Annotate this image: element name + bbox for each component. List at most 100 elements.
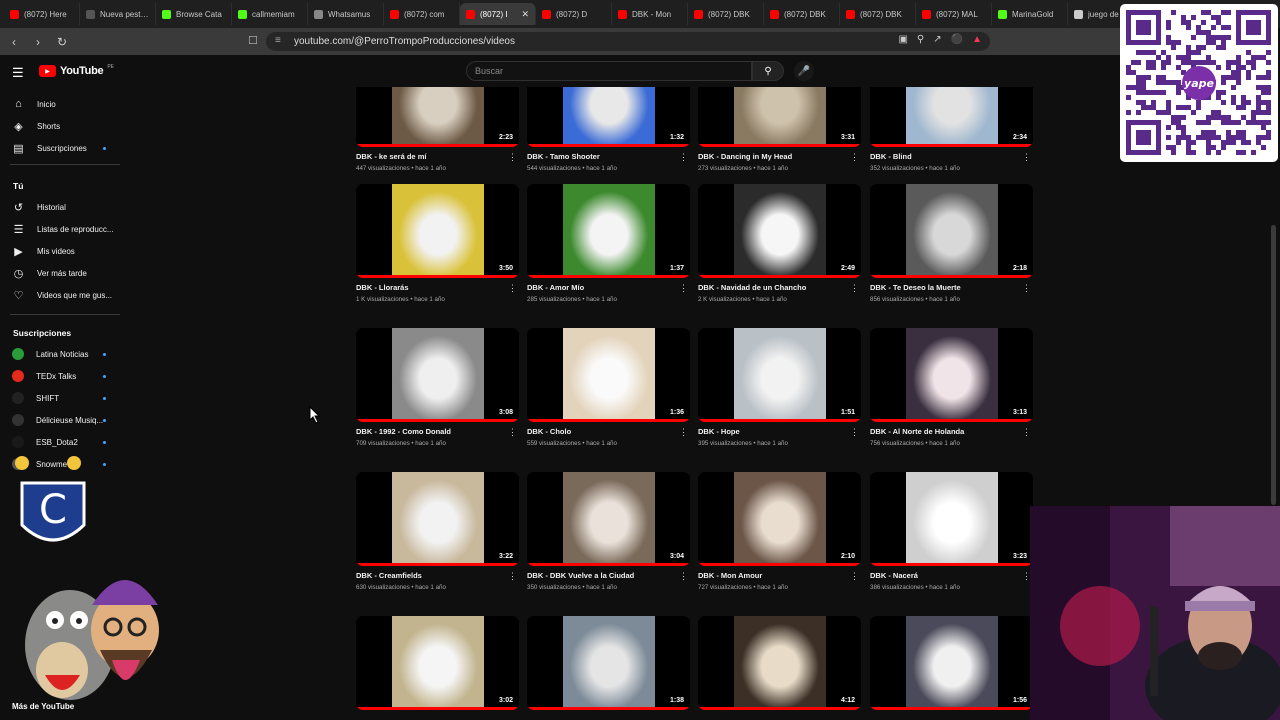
video-card[interactable]: 3:08 DBK - 1992 - Como Donald 709 visualiz… <box>356 328 519 447</box>
more-options-icon[interactable]: ⋮ <box>1022 427 1031 438</box>
video-card[interactable]: 2:49 DBK - Navidad de un Chancho 2 K visua… <box>698 184 861 303</box>
video-thumbnail[interactable]: 1:51 <box>698 328 861 422</box>
video-card[interactable]: 3:13 DBK - Al Norte de Holanda 756 visuali… <box>870 328 1033 447</box>
video-title[interactable]: DBK - Cholo <box>527 427 677 436</box>
video-title[interactable]: DBK - 1992 - Como Donald <box>356 427 506 436</box>
browser-tab[interactable]: (8072) DBK <box>764 3 840 25</box>
cast-icon[interactable]: ▣ <box>898 34 907 45</box>
browser-tab[interactable]: Browse Cata <box>156 3 232 25</box>
video-thumbnail[interactable]: 1:37 <box>527 184 690 278</box>
browser-tab[interactable]: callmemiam <box>232 3 308 25</box>
video-thumbnail[interactable]: 3:08 <box>356 328 519 422</box>
browser-tab[interactable]: (8072) I ✕ <box>460 3 536 25</box>
more-options-icon[interactable]: ⋮ <box>679 283 688 294</box>
more-options-icon[interactable]: ⋮ <box>850 283 859 294</box>
video-title[interactable]: DBK - Mon Amour <box>698 571 848 580</box>
video-thumbnail[interactable]: 1:32 <box>527 87 690 147</box>
sidebar-item[interactable]: ⌂ Inicio <box>12 96 56 112</box>
more-options-icon[interactable]: ⋮ <box>679 571 688 582</box>
zoom-icon[interactable]: ⚲ <box>917 34 924 45</box>
subscriptions-heading[interactable]: Suscripciones <box>13 328 71 338</box>
video-title[interactable]: DBK - Amor Mío <box>527 283 677 292</box>
video-thumbnail[interactable]: 2:34 <box>870 87 1033 147</box>
browser-tab[interactable]: DBK - Mon <box>612 3 688 25</box>
sidebar-item[interactable]: ◈ Shorts <box>12 118 60 134</box>
video-thumbnail[interactable]: 3:22 <box>356 472 519 566</box>
search-input[interactable]: Buscar <box>466 61 752 81</box>
sidebar-item[interactable]: ☰ Listas de reproducc... <box>12 221 114 237</box>
video-title[interactable]: DBK - Blind <box>870 152 1020 161</box>
video-thumbnail[interactable]: 1:36 <box>527 328 690 422</box>
more-options-icon[interactable]: ⋮ <box>679 427 688 438</box>
video-card[interactable]: 4:12 <box>698 616 861 710</box>
video-card[interactable]: 3:02 <box>356 616 519 710</box>
browser-tab[interactable]: (8072) DBK <box>840 3 916 25</box>
video-card[interactable]: 3:31 DBK - Dancing in My Head 273 visualiz… <box>698 87 861 172</box>
browser-tab[interactable]: (8072) MAL <box>916 3 992 25</box>
browser-tab[interactable]: (8072) D <box>536 3 612 25</box>
share-icon[interactable]: ↗ <box>933 34 941 45</box>
more-options-icon[interactable]: ⋮ <box>1022 283 1031 294</box>
video-card[interactable]: 1:37 DBK - Amor Mío 285 visualizaciones • … <box>527 184 690 303</box>
more-options-icon[interactable]: ⋮ <box>679 152 688 163</box>
video-card[interactable]: 3:23 DBK - Nacerá 386 visualizaciones • ha… <box>870 472 1033 591</box>
forward-icon[interactable]: › <box>28 32 48 52</box>
video-thumbnail[interactable]: 3:02 <box>356 616 519 710</box>
subscription-item[interactable]: Délicieuse Musiq... <box>12 412 106 428</box>
youtube-logo[interactable]: ▶ YouTube PE <box>39 64 114 77</box>
video-thumbnail[interactable]: 3:50 <box>356 184 519 278</box>
sidebar-item[interactable]: ↺ Historial <box>12 199 66 215</box>
page-scrollbar[interactable] <box>1271 225 1276 505</box>
video-thumbnail[interactable]: 3:31 <box>698 87 861 147</box>
you-heading[interactable]: Tú <box>13 181 23 191</box>
video-card[interactable]: 3:22 DBK - Creamfields 630 visualizaciones… <box>356 472 519 591</box>
video-card[interactable]: 2:34 DBK - Blind 352 visualizaciones • hac… <box>870 87 1033 172</box>
video-title[interactable]: DBK - Al Norte de Holanda <box>870 427 1020 436</box>
video-thumbnail[interactable]: 2:49 <box>698 184 861 278</box>
video-card[interactable]: 1:36 DBK - Cholo 559 visualizaciones • hac… <box>527 328 690 447</box>
video-title[interactable]: DBK - Dancing in My Head <box>698 152 848 161</box>
video-card[interactable]: 2:18 DBK - Te Deseo la Muerte 856 visualiz… <box>870 184 1033 303</box>
video-thumbnail[interactable]: 3:23 <box>870 472 1033 566</box>
brave-shield-icon[interactable]: ⚫ <box>951 34 963 45</box>
video-thumbnail[interactable]: 1:38 <box>527 616 690 710</box>
browser-tab[interactable]: Whatsamus <box>308 3 384 25</box>
sidebar-item[interactable]: ▶ Mis videos <box>12 243 75 259</box>
video-card[interactable]: 3:50 DBK - Llorarás 1 K visualizaciones • … <box>356 184 519 303</box>
video-thumbnail[interactable]: 3:13 <box>870 328 1033 422</box>
more-options-icon[interactable]: ⋮ <box>508 283 517 294</box>
subscription-item[interactable]: Latina Noticias <box>12 346 106 362</box>
voice-search-icon[interactable]: 🎤 <box>794 61 814 81</box>
subscription-item[interactable]: SHIFT <box>12 390 106 406</box>
video-card[interactable]: 1:38 <box>527 616 690 710</box>
more-options-icon[interactable]: ⋮ <box>1022 152 1031 163</box>
video-card[interactable]: 3:04 DBK - DBK Vuelve a la Ciudad 350 visu… <box>527 472 690 591</box>
more-options-icon[interactable]: ⋮ <box>508 427 517 438</box>
bookmark-icon[interactable]: ☐ <box>248 34 258 47</box>
browser-tab[interactable]: MarinaGold <box>992 3 1068 25</box>
back-icon[interactable]: ‹ <box>4 32 24 52</box>
video-title[interactable]: DBK - Nacerá <box>870 571 1020 580</box>
video-title[interactable]: DBK - Tamo Shooter <box>527 152 677 161</box>
more-options-icon[interactable]: ⋮ <box>850 427 859 438</box>
menu-icon[interactable]: ☰ <box>12 65 24 81</box>
address-bar[interactable]: ≡ youtube.com/@PerroTrompoProducciones/v… <box>266 32 990 51</box>
video-card[interactable]: 2:10 DBK - Mon Amour 727 visualizaciones •… <box>698 472 861 591</box>
browser-tab[interactable]: Nueva pestaña <box>80 3 156 25</box>
video-title[interactable]: DBK - DBK Vuelve a la Ciudad <box>527 571 677 580</box>
video-card[interactable]: 1:56 <box>870 616 1033 710</box>
video-thumbnail[interactable]: 4:12 <box>698 616 861 710</box>
video-card[interactable]: 2:23 DBK - ke será de mí 447 visualizacion… <box>356 87 519 172</box>
video-thumbnail[interactable]: 1:56 <box>870 616 1033 710</box>
sidebar-item[interactable]: ♡ Videos que me gus... <box>12 287 112 303</box>
more-options-icon[interactable]: ⋮ <box>508 152 517 163</box>
video-card[interactable]: 1:32 DBK - Tamo Shooter 544 visualizacione… <box>527 87 690 172</box>
video-title[interactable]: DBK - Llorarás <box>356 283 506 292</box>
video-title[interactable]: DBK - Hope <box>698 427 848 436</box>
more-options-icon[interactable]: ⋮ <box>508 571 517 582</box>
video-title[interactable]: DBK - Te Deseo la Muerte <box>870 283 1020 292</box>
browser-tab[interactable]: (8072) DBK <box>688 3 764 25</box>
video-title[interactable]: DBK - ke será de mí <box>356 152 506 161</box>
subscription-item[interactable]: TEDx Talks <box>12 368 106 384</box>
site-settings-icon[interactable]: ≡ <box>275 35 281 46</box>
